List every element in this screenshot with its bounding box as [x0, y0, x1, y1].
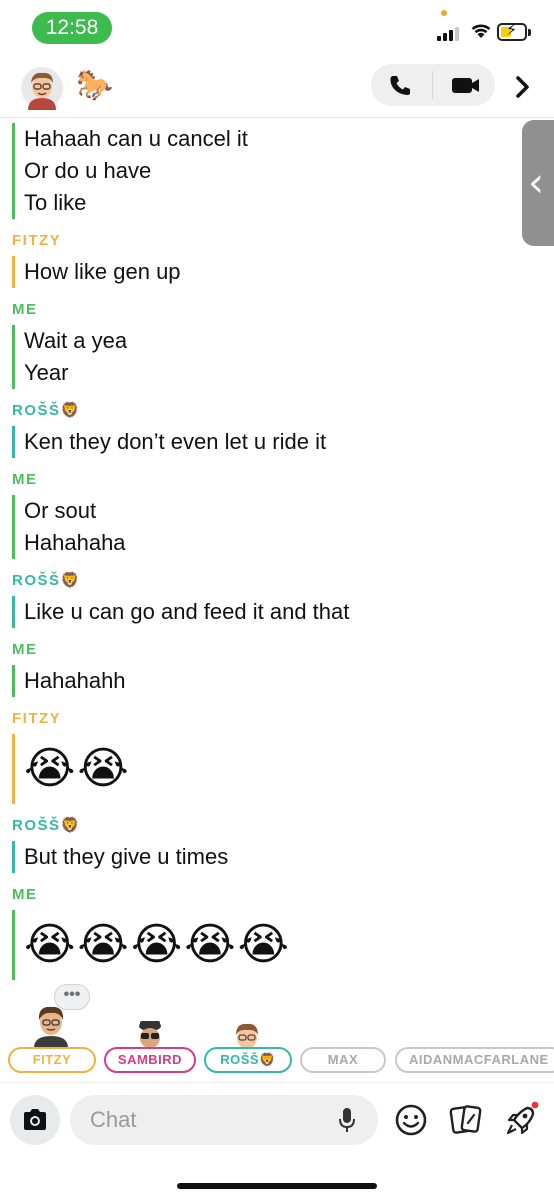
- microphone-icon[interactable]: [338, 1107, 356, 1133]
- message-text[interactable]: How like gen up: [24, 256, 520, 288]
- message-group: ME Hahahahh: [12, 640, 520, 697]
- crying-emoji-message[interactable]: 😭😭😭😭😭: [24, 910, 520, 980]
- camera-icon: [24, 1109, 46, 1130]
- message-body: Like u can go and feed it and that: [12, 596, 520, 628]
- message-body: But they give u times: [12, 841, 520, 873]
- message-body: 😭😭😭😭😭: [12, 910, 520, 980]
- message-text[interactable]: Hahahaha: [24, 527, 520, 559]
- message-body: Wait a yea Year: [12, 325, 520, 389]
- chat-header: 🐎: [0, 56, 554, 118]
- sender-name: ME: [12, 471, 38, 488]
- phone-call-icon[interactable]: [385, 72, 417, 98]
- message-text[interactable]: Hahahahh: [24, 665, 520, 697]
- status-bar: 12:58 ⚡: [0, 0, 554, 56]
- message-text[interactable]: Hahaah can u cancel it: [24, 123, 520, 155]
- chat-input-placeholder: Chat: [90, 1107, 137, 1132]
- participant-chip-fitzy[interactable]: FITZY: [8, 1047, 96, 1073]
- chevron-right-icon[interactable]: [510, 72, 534, 102]
- friend-emoji: 🐎: [76, 69, 114, 102]
- presence-bitmojis: •••: [0, 980, 554, 1048]
- message-group: FITZY 😭😭: [12, 709, 520, 804]
- sender-name: ROŠŠ🦁: [12, 572, 81, 589]
- home-indicator[interactable]: [177, 1183, 377, 1189]
- participant-chip-ross[interactable]: ROŠŠ🦁: [204, 1047, 292, 1073]
- chat-input[interactable]: Chat: [70, 1095, 378, 1145]
- sender-name: ROŠŠ🦁: [12, 402, 81, 419]
- participant-chip-max[interactable]: MAX: [300, 1047, 386, 1073]
- message-body: Hahaah can u cancel it Or do u have To l…: [12, 123, 520, 219]
- friend-bitmoji-avatar[interactable]: [20, 66, 64, 110]
- message-body: How like gen up: [12, 256, 520, 288]
- message-text[interactable]: Wait a yea: [24, 325, 520, 357]
- side-drawer-handle[interactable]: ‹: [522, 120, 554, 246]
- message-group: FITZY How like gen up: [12, 231, 520, 288]
- message-group: ME 😭😭😭😭😭: [12, 885, 520, 980]
- crying-emoji-message[interactable]: 😭😭: [24, 734, 520, 804]
- message-group: ROŠŠ🦁 But they give u times: [12, 816, 520, 873]
- message-body: 😭😭: [12, 734, 520, 804]
- message-text[interactable]: Or do u have: [24, 155, 520, 187]
- message-group: ROŠŠ🦁 Ken they don’t even let u ride it: [12, 401, 520, 458]
- call-controls: [371, 64, 495, 106]
- sender-name: ME: [12, 641, 38, 658]
- message-body: Or sout Hahahaha: [12, 495, 520, 559]
- message-text[interactable]: To like: [24, 187, 520, 219]
- message-group: ROŠŠ🦁 Like u can go and feed it and that: [12, 571, 520, 628]
- ross-bitmoji: [236, 1023, 258, 1048]
- chevron-left-icon: ‹: [528, 160, 544, 206]
- message-body: Hahahahh: [12, 665, 520, 697]
- camera-button[interactable]: [10, 1095, 60, 1145]
- wifi-icon: [471, 24, 491, 38]
- chat-input-bar: Chat: [0, 1082, 554, 1162]
- message-list: Hahaah can u cancel it Or do u have To l…: [0, 118, 520, 980]
- participant-chips: FITZY SAMBIRD ROŠŠ🦁 MAX AIDANMACFARLANE: [0, 1047, 554, 1075]
- sender-name: ROŠŠ🦁: [12, 817, 81, 834]
- message-text[interactable]: Like u can go and feed it and that: [24, 596, 520, 628]
- stickers-cards-icon[interactable]: [448, 1103, 484, 1137]
- bitmoji-smile-icon[interactable]: [394, 1103, 428, 1137]
- message-text[interactable]: Year: [24, 357, 520, 389]
- games-rocket-icon[interactable]: [502, 1101, 540, 1139]
- participant-chip-aidanmacfarlane[interactable]: AIDANMACFARLANE: [395, 1047, 554, 1073]
- sambird-bitmoji: [139, 1021, 161, 1048]
- message-group: Hahaah can u cancel it Or do u have To l…: [12, 123, 520, 219]
- sender-name: ME: [12, 886, 38, 903]
- battery-charging-icon: ⚡: [497, 22, 531, 41]
- message-body: Ken they don’t even let u ride it: [12, 426, 520, 458]
- message-group: ME Wait a yea Year: [12, 300, 520, 389]
- sender-name: ME: [12, 301, 38, 318]
- privacy-indicator-dot: [441, 10, 447, 16]
- sender-name: FITZY: [12, 710, 62, 727]
- typing-indicator: •••: [54, 984, 90, 1010]
- status-time[interactable]: 12:58: [32, 12, 112, 44]
- message-text[interactable]: Ken they don’t even let u ride it: [24, 426, 520, 458]
- video-call-icon[interactable]: [447, 72, 483, 98]
- message-text[interactable]: But they give u times: [24, 841, 520, 873]
- message-group: ME Or sout Hahahaha: [12, 470, 520, 559]
- message-text[interactable]: Or sout: [24, 495, 520, 527]
- cellular-signal-icon: [437, 25, 463, 41]
- participant-chip-sambird[interactable]: SAMBIRD: [104, 1047, 196, 1073]
- sender-name: FITZY: [12, 232, 62, 249]
